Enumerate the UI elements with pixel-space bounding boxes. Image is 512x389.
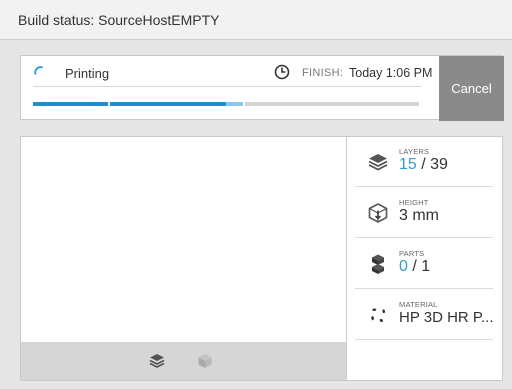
parts-value: 0 / 1 (399, 258, 430, 276)
progress-segment-done (110, 102, 226, 106)
cube-view-icon[interactable] (196, 352, 214, 370)
layers-view-icon[interactable] (148, 352, 166, 370)
parts-total: 1 (421, 258, 431, 275)
parts-label: PARTS (399, 249, 425, 258)
status-label: Printing (65, 66, 110, 81)
page-title: Build status: SourceHostEMPTY (18, 12, 220, 28)
layers-icon (368, 154, 388, 171)
preview-toolbar (21, 342, 346, 380)
height-icon (368, 203, 388, 223)
preview-faint-text: ··· ·· ··· ·· ··· (233, 160, 255, 165)
layers-row: LAYERS 15 / 39 (355, 137, 493, 187)
cancel-button-label: Cancel (451, 81, 492, 96)
job-info-panel: LAYERS 15 / 39 HEIGHT 3 mm PARTS 0 / 1 M… (347, 136, 503, 381)
progress-bar (33, 102, 419, 106)
height-label: HEIGHT (399, 198, 429, 207)
parts-separator: / (412, 258, 417, 275)
spinner-icon (34, 66, 43, 75)
height-value: 3 mm (399, 207, 439, 224)
material-value: HP 3D HR P... (399, 309, 494, 326)
material-icon (371, 308, 386, 322)
layers-separator: / (421, 156, 426, 173)
build-preview-panel: ··· ·· ··· ·· ··· (20, 136, 347, 381)
layers-value: 15 / 39 (399, 156, 448, 174)
title-bar: Build status: SourceHostEMPTY (0, 0, 512, 40)
clock-icon (274, 64, 290, 80)
height-row: HEIGHT 3 mm (355, 188, 493, 238)
layers-current: 15 (399, 156, 417, 173)
finish-label: FINISH: (302, 67, 344, 79)
progress-segment-done (33, 102, 108, 106)
cancel-button[interactable]: Cancel (439, 56, 504, 121)
parts-icon (372, 254, 384, 274)
finish-time: Today 1:06 PM (349, 66, 433, 80)
material-label: MATERIAL (399, 300, 438, 309)
parts-row: PARTS 0 / 1 (355, 239, 493, 289)
progress-segment-active (226, 102, 243, 106)
layers-label: LAYERS (399, 147, 430, 156)
material-row: MATERIAL HP 3D HR P... (355, 290, 493, 340)
progress-segment-pending (245, 102, 419, 106)
divider (33, 86, 421, 87)
parts-current: 0 (399, 258, 408, 275)
layers-total: 39 (430, 156, 448, 173)
build-status-panel: Printing FINISH: Today 1:06 PM Cancel (20, 55, 504, 121)
